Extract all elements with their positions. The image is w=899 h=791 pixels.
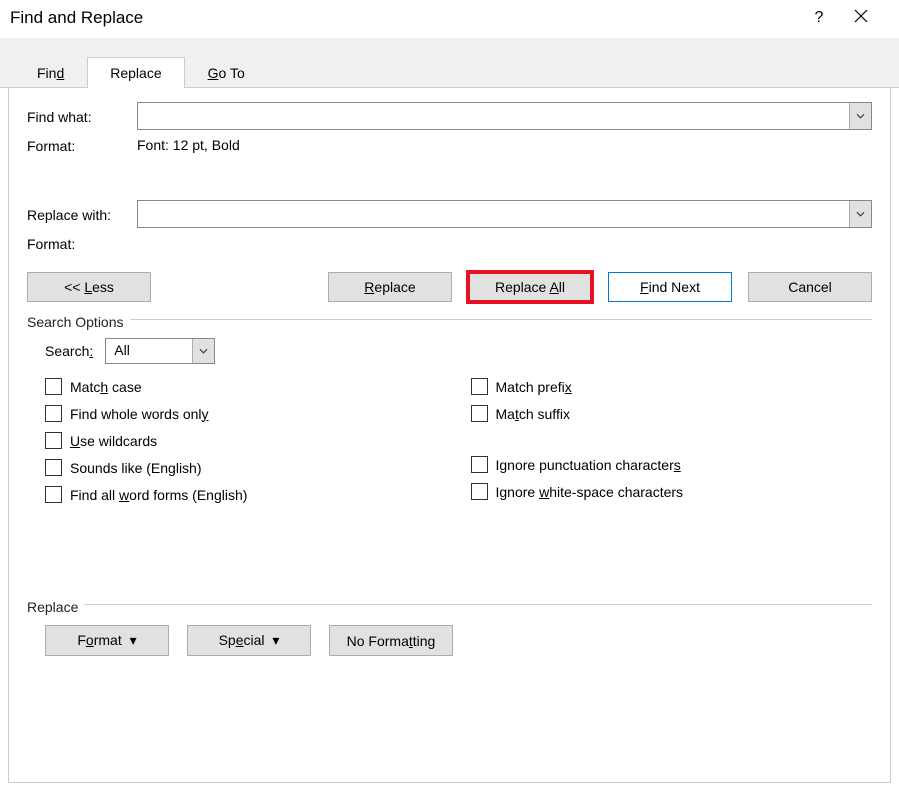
check-label: Match case <box>70 379 142 395</box>
replace-group-label: Replace <box>27 599 78 615</box>
checkbox-icon <box>45 486 62 503</box>
replace-with-dropdown[interactable] <box>849 201 871 227</box>
replace-group-header: Replace <box>27 593 872 615</box>
check-label: Match suffix <box>496 406 570 422</box>
check-col-right: Match prefix Match suffix Ignore punctua… <box>471 378 867 513</box>
check-col-left: Match case Find whole words only Use wil… <box>45 378 441 513</box>
search-direction-value: All <box>106 339 192 363</box>
check-label: Find all word forms (English) <box>70 487 247 503</box>
check-word-forms[interactable]: Find all word forms (English) <box>45 486 441 503</box>
find-what-input[interactable] <box>138 103 849 129</box>
tabs: Find Replace Go To <box>0 56 899 87</box>
check-columns: Match case Find whole words only Use wil… <box>45 378 866 513</box>
check-ignore-punct[interactable]: Ignore punctuation characters <box>471 456 867 473</box>
checkbox-icon <box>45 405 62 422</box>
cancel-button[interactable]: Cancel <box>748 272 872 302</box>
check-whole-words[interactable]: Find whole words only <box>45 405 441 422</box>
checkbox-icon <box>45 378 62 395</box>
replace-format-label: Format: <box>27 234 137 252</box>
find-what-label: Find what: <box>27 107 137 125</box>
chevron-down-icon <box>856 113 865 119</box>
check-label: Use wildcards <box>70 433 157 449</box>
replace-with-combo <box>137 200 872 228</box>
no-formatting-button[interactable]: No Formatting <box>329 625 453 656</box>
tab-goto[interactable]: Go To <box>185 57 268 88</box>
check-label: Ignore punctuation characters <box>496 457 681 473</box>
special-button[interactable]: Special ▾ <box>187 625 311 656</box>
checkbox-icon <box>45 459 62 476</box>
checkbox-icon <box>471 378 488 395</box>
checkbox-icon <box>471 456 488 473</box>
search-direction-select[interactable]: All <box>105 338 215 364</box>
check-match-prefix[interactable]: Match prefix <box>471 378 867 395</box>
find-format-label: Format: <box>27 136 137 154</box>
tabs-area: Find Replace Go To <box>0 38 899 88</box>
find-next-button[interactable]: Find Next <box>608 272 732 302</box>
replace-group: Replace Format ▾ Special ▾ No Formatting <box>27 593 872 656</box>
less-button[interactable]: << Less <box>27 272 151 302</box>
replace-with-input[interactable] <box>138 201 849 227</box>
check-sounds-like[interactable]: Sounds like (English) <box>45 459 441 476</box>
check-ignore-whitespace[interactable]: Ignore white-space characters <box>471 483 867 500</box>
tab-replace[interactable]: Replace <box>87 57 184 88</box>
checkbox-icon <box>471 483 488 500</box>
replace-button[interactable]: Replace <box>328 272 452 302</box>
chevron-down-icon <box>856 211 865 217</box>
replace-format-row: Format: <box>27 234 872 252</box>
dialog-title: Find and Replace <box>10 8 799 28</box>
bottom-buttons: Format ▾ Special ▾ No Formatting <box>27 615 872 656</box>
titlebar: Find and Replace ? <box>0 0 899 38</box>
check-label: Ignore white-space characters <box>496 484 684 500</box>
search-direction-row: Search: All <box>45 338 866 364</box>
checkbox-icon <box>471 405 488 422</box>
check-label: Find whole words only <box>70 406 209 422</box>
replace-all-button[interactable]: Replace All <box>468 272 592 302</box>
replace-with-row: Replace with: <box>27 200 872 228</box>
find-what-dropdown[interactable] <box>849 103 871 129</box>
chevron-down-icon <box>199 348 208 354</box>
check-match-case[interactable]: Match case <box>45 378 441 395</box>
replace-with-label: Replace with: <box>27 205 137 223</box>
find-format-value: Font: 12 pt, Bold <box>137 137 240 153</box>
search-options: Search: All Match case Find wh <box>27 330 872 513</box>
close-icon <box>854 9 868 23</box>
dialog-body: Find what: Format: Font: 12 pt, Bold Rep… <box>8 88 891 783</box>
action-buttons: << Less Replace Replace All Find Next Ca… <box>27 272 872 302</box>
close-button[interactable] <box>839 9 883 28</box>
check-wildcards[interactable]: Use wildcards <box>45 432 441 449</box>
search-options-label: Search Options <box>27 314 124 330</box>
help-button[interactable]: ? <box>799 9 839 27</box>
tab-find[interactable]: Find <box>14 57 87 88</box>
check-label: Sounds like (English) <box>70 460 202 476</box>
find-what-row: Find what: <box>27 102 872 130</box>
search-options-header: Search Options <box>27 308 872 330</box>
find-format-row: Format: Font: 12 pt, Bold <box>27 136 872 154</box>
checkbox-icon <box>45 432 62 449</box>
format-button[interactable]: Format ▾ <box>45 625 169 656</box>
search-label: Search: <box>45 343 93 359</box>
find-replace-dialog: Find and Replace ? Find Replace Go To Fi… <box>0 0 899 791</box>
find-what-combo <box>137 102 872 130</box>
check-label: Match prefix <box>496 379 572 395</box>
check-match-suffix[interactable]: Match suffix <box>471 405 867 422</box>
search-direction-dropdown[interactable] <box>192 339 214 363</box>
